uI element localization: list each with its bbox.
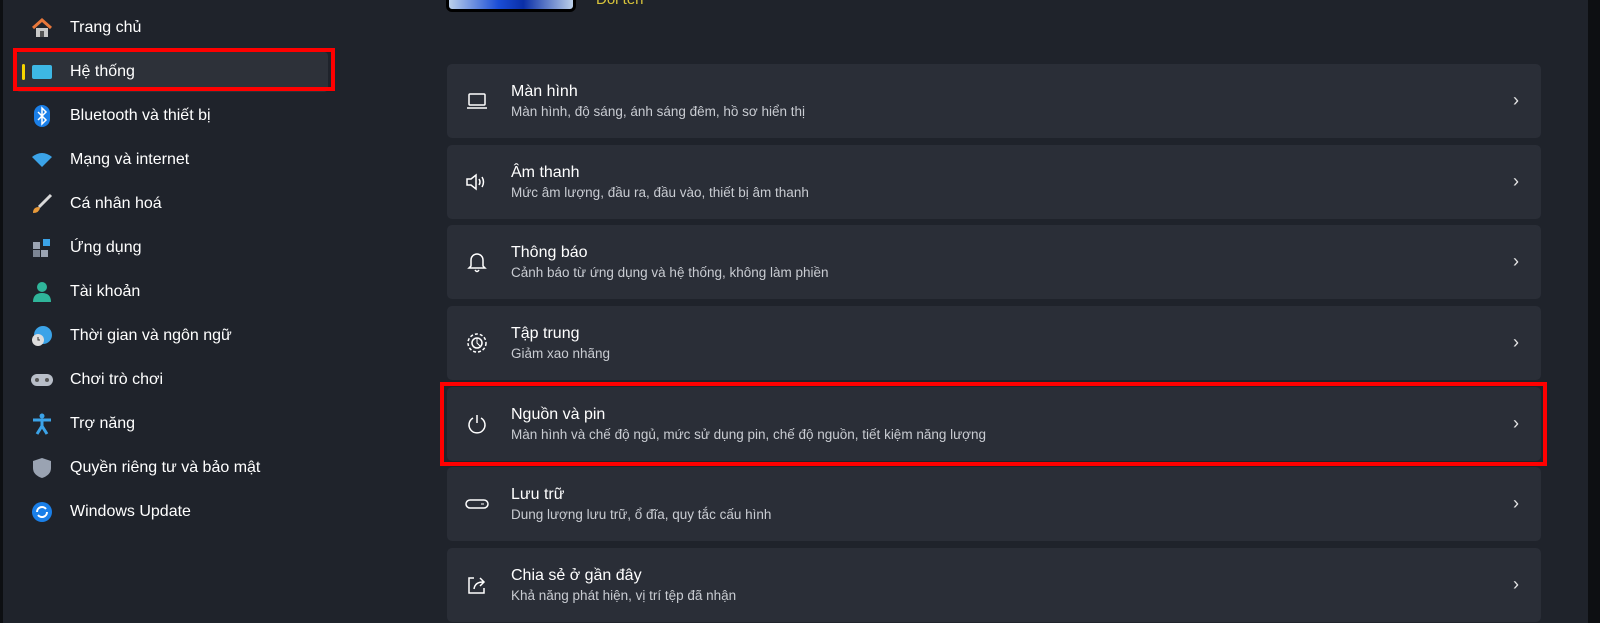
gamepad-icon — [30, 368, 54, 392]
sidebar-item-home[interactable]: Trang chủ — [16, 8, 328, 48]
sidebar-item-network[interactable]: Mạng và internet — [16, 140, 328, 180]
sidebar-item-windows-update[interactable]: Windows Update — [16, 492, 328, 532]
globe-clock-icon — [30, 324, 54, 348]
sidebar-item-time-language[interactable]: Thời gian và ngôn ngữ — [16, 316, 328, 356]
laptop-icon — [465, 92, 489, 110]
home-icon — [30, 16, 54, 40]
storage-icon — [465, 497, 489, 511]
chevron-right-icon: › — [1513, 574, 1519, 594]
shield-icon — [30, 456, 54, 480]
focus-icon — [465, 332, 489, 354]
account-icon — [30, 280, 54, 304]
chevron-right-icon: › — [1513, 493, 1519, 513]
apps-icon — [30, 236, 54, 260]
chevron-right-icon: › — [1513, 332, 1519, 352]
settings-item-sound[interactable]: Âm thanh Mức âm lượng, đầu ra, đầu vào, t… — [447, 145, 1541, 219]
chevron-right-icon: › — [1513, 90, 1519, 110]
settings-item-nearby-sharing[interactable]: Chia sẻ ở gần đây Khả năng phát hiện, vị … — [447, 548, 1541, 622]
settings-item-focus[interactable]: Tập trung Giảm xao nhãng › — [447, 306, 1541, 380]
bell-icon — [465, 251, 489, 273]
share-icon — [465, 574, 489, 596]
update-icon — [30, 500, 54, 524]
highlight-box-system — [13, 48, 335, 91]
sidebar-item-gaming[interactable]: Chơi trò chơi — [16, 360, 328, 400]
sidebar-item-accounts[interactable]: Tài khoản — [16, 272, 328, 312]
brush-icon — [30, 192, 54, 216]
sidebar-item-personalization[interactable]: Cá nhân hoá — [16, 184, 328, 224]
settings-item-display[interactable]: Màn hình Màn hình, độ sáng, ánh sáng đêm,… — [447, 64, 1541, 138]
accessibility-icon — [30, 412, 54, 436]
desktop-thumbnail — [446, 0, 576, 12]
wifi-icon — [30, 148, 54, 172]
chevron-right-icon: › — [1513, 251, 1519, 271]
speaker-icon — [465, 172, 489, 192]
sidebar-item-apps[interactable]: Ứng dụng — [16, 228, 328, 268]
highlight-box-power-battery — [440, 382, 1547, 466]
chevron-right-icon: › — [1513, 171, 1519, 191]
rename-link[interactable]: Đổi tên — [596, 0, 644, 8]
sidebar-item-bluetooth[interactable]: Bluetooth và thiết bị — [16, 96, 328, 136]
settings-item-notifications[interactable]: Thông báo Cảnh báo từ ứng dụng và hệ thốn… — [447, 225, 1541, 299]
settings-item-storage[interactable]: Lưu trữ Dung lượng lưu trữ, ổ đĩa, quy tắ… — [447, 467, 1541, 541]
sidebar-item-privacy[interactable]: Quyền riêng tư và bảo mật — [16, 448, 328, 488]
bluetooth-icon — [30, 104, 54, 128]
sidebar-item-accessibility[interactable]: Trợ năng — [16, 404, 328, 444]
